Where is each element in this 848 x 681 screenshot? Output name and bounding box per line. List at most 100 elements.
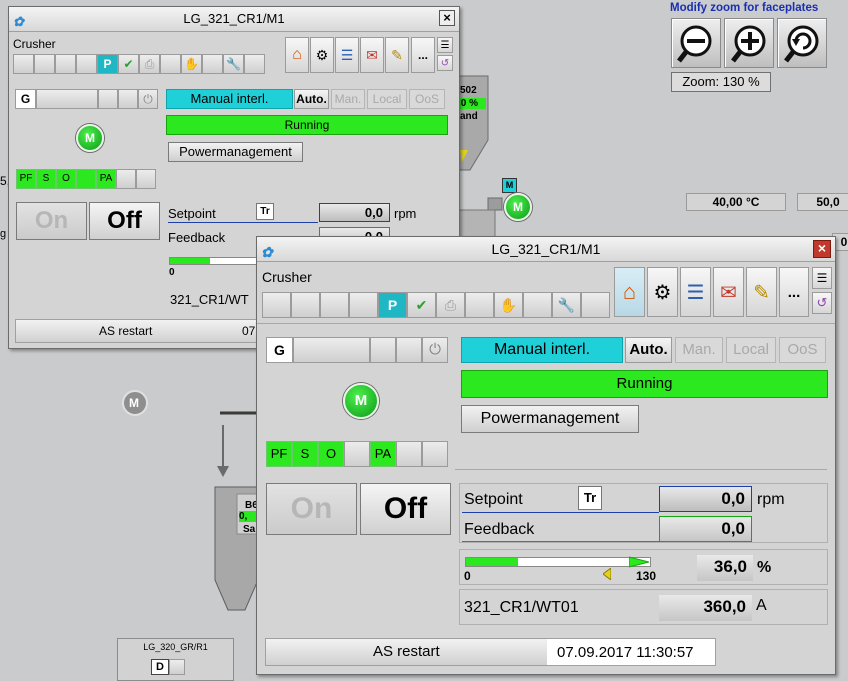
status-empty xyxy=(76,169,96,189)
load-bar-fill xyxy=(466,558,518,566)
mode-area-separator xyxy=(455,469,827,470)
faceplate-front-titlebar[interactable]: ✿ LG_321_CR1/M1 × xyxy=(257,237,835,262)
faceplate-back-titlebar[interactable]: ✿ LG_321_CR1/M1 × xyxy=(9,7,459,32)
p-button[interactable]: P xyxy=(378,292,407,318)
mode-local[interactable]: Local xyxy=(726,337,776,363)
feedback-label: Feedback xyxy=(464,521,535,538)
toolbar-slot[interactable] xyxy=(320,292,349,318)
home-icon[interactable]: ⌂ xyxy=(614,267,645,317)
toolbar-slot[interactable] xyxy=(34,54,55,74)
faceplate-window-front[interactable]: ✿ LG_321_CR1/M1 × Crusher P ✔ ⎙ ✋ 🔧 ⌂ ⚙ … xyxy=(256,236,836,675)
mode-auto[interactable]: Auto. xyxy=(625,337,672,363)
power-icon[interactable]: ⏻ xyxy=(422,337,448,363)
load-bar-pointer-icon xyxy=(603,568,611,580)
toolbar-slot[interactable] xyxy=(13,54,34,74)
zoom-reset-button[interactable] xyxy=(777,18,827,68)
toolbar-slot[interactable] xyxy=(349,292,378,318)
p-button[interactable]: P xyxy=(97,54,118,74)
pin-icon[interactable]: ☰ xyxy=(437,37,453,53)
powermanagement-button[interactable]: Powermanagement xyxy=(461,405,639,433)
g-button[interactable]: G xyxy=(266,337,293,363)
hand-icon[interactable]: ✋ xyxy=(181,54,202,74)
list-icon[interactable]: ☰ xyxy=(680,267,711,317)
tag-label: 321_CR1/WT xyxy=(170,292,249,307)
list-icon[interactable]: ☰ xyxy=(335,37,359,73)
mode-local[interactable]: Local xyxy=(367,89,407,109)
printer-icon[interactable]: ⎙ xyxy=(436,292,465,318)
tr-button[interactable]: Tr xyxy=(578,486,602,510)
more-button[interactable]: ... xyxy=(411,37,435,73)
toolbar-slot[interactable] xyxy=(202,54,223,74)
on-button[interactable]: On xyxy=(16,202,87,240)
tag-unit: A xyxy=(756,597,767,614)
toolbar-slot[interactable] xyxy=(55,54,76,74)
motor-status-circle[interactable]: M xyxy=(343,383,379,419)
more-button[interactable]: ... xyxy=(779,267,809,317)
on-button[interactable]: On xyxy=(266,483,357,535)
message-icon[interactable]: ✉ xyxy=(713,267,744,317)
toolbar-slot[interactable] xyxy=(465,292,494,318)
toolbar-slot[interactable] xyxy=(160,54,181,74)
setpoint-label: Setpoint xyxy=(464,491,523,508)
zoom-level-readout: Zoom: 130 % xyxy=(671,72,771,92)
zoom-in-icon xyxy=(731,25,766,63)
off-button[interactable]: Off xyxy=(360,483,451,535)
power-icon[interactable]: ⏻ xyxy=(138,89,158,109)
toolbar-slot[interactable] xyxy=(523,292,552,318)
setpoint-value[interactable]: 0,0 xyxy=(659,486,752,512)
motor-idle-label[interactable]: M xyxy=(129,396,139,410)
faceplate-front-name: Crusher xyxy=(262,269,312,285)
motor-status-circle[interactable]: M xyxy=(76,124,104,152)
load-unit: % xyxy=(757,559,772,576)
mode-auto[interactable]: Auto. xyxy=(294,89,329,109)
temperature-value[interactable]: 40,00 °C xyxy=(686,193,786,211)
toolbar-slot[interactable] xyxy=(581,292,610,318)
running-status: Running xyxy=(461,370,828,398)
close-icon[interactable]: × xyxy=(813,240,831,258)
toolbar-slot[interactable] xyxy=(244,54,265,74)
status-empty xyxy=(116,169,136,189)
wrench-icon[interactable]: 🔧 xyxy=(552,292,581,318)
tr-button[interactable]: Tr xyxy=(256,203,274,220)
g-button[interactable]: G xyxy=(15,89,36,109)
status-pa: PA xyxy=(370,441,396,467)
mode-oos[interactable]: OoS xyxy=(779,337,826,363)
check-icon[interactable]: ✔ xyxy=(118,54,139,74)
mode-manual-interl[interactable]: Manual interl. xyxy=(461,337,623,363)
notes-icon[interactable]: ✎ xyxy=(746,267,777,317)
notes-icon[interactable]: ✎ xyxy=(385,37,409,73)
right-value-box[interactable]: 50,0 xyxy=(797,193,848,211)
mode-oos[interactable]: OoS xyxy=(409,89,445,109)
parameter-icon[interactable]: ⚙ xyxy=(310,37,334,73)
check-icon[interactable]: ✔ xyxy=(407,292,436,318)
pin-icon[interactable]: ☰ xyxy=(812,267,832,289)
tag-value: 360,0 xyxy=(659,595,752,621)
motor-running-circle[interactable]: M xyxy=(504,193,532,221)
off-button[interactable]: Off xyxy=(89,202,160,240)
status-empty xyxy=(136,169,156,189)
parameter-icon[interactable]: ⚙ xyxy=(647,267,678,317)
zoom-out-button[interactable] xyxy=(671,18,721,68)
home-icon[interactable]: ⌂ xyxy=(285,37,309,73)
hand-icon[interactable]: ✋ xyxy=(494,292,523,318)
mode-manual-interl[interactable]: Manual interl. xyxy=(166,89,293,109)
powermanagement-button[interactable]: Powermanagement xyxy=(168,142,303,162)
mini-faceplate[interactable]: LG_320_GR/R1 D xyxy=(117,638,234,681)
toolbar-slot[interactable] xyxy=(262,292,291,318)
printer-icon[interactable]: ⎙ xyxy=(139,54,160,74)
faceplate-back-toolbar-row: P ✔ ⎙ ✋ 🔧 xyxy=(13,54,265,74)
zoom-in-button[interactable] xyxy=(724,18,774,68)
mode-manual[interactable]: Man. xyxy=(675,337,723,363)
message-icon[interactable]: ✉ xyxy=(360,37,384,73)
flow-arrow-head xyxy=(217,466,229,477)
zoom-title: Modify zoom for faceplates xyxy=(670,2,819,14)
close-icon[interactable]: × xyxy=(439,10,455,26)
mode-manual[interactable]: Man. xyxy=(331,89,365,109)
toolbar-slot[interactable] xyxy=(76,54,97,74)
wrench-icon[interactable]: 🔧 xyxy=(223,54,244,74)
return-icon[interactable]: ↺ xyxy=(812,292,832,314)
mini-faceplate-mode[interactable]: D xyxy=(151,659,169,675)
toolbar-slot[interactable] xyxy=(291,292,320,318)
return-icon[interactable]: ↺ xyxy=(437,55,453,71)
setpoint-value[interactable]: 0,0 xyxy=(319,203,390,222)
